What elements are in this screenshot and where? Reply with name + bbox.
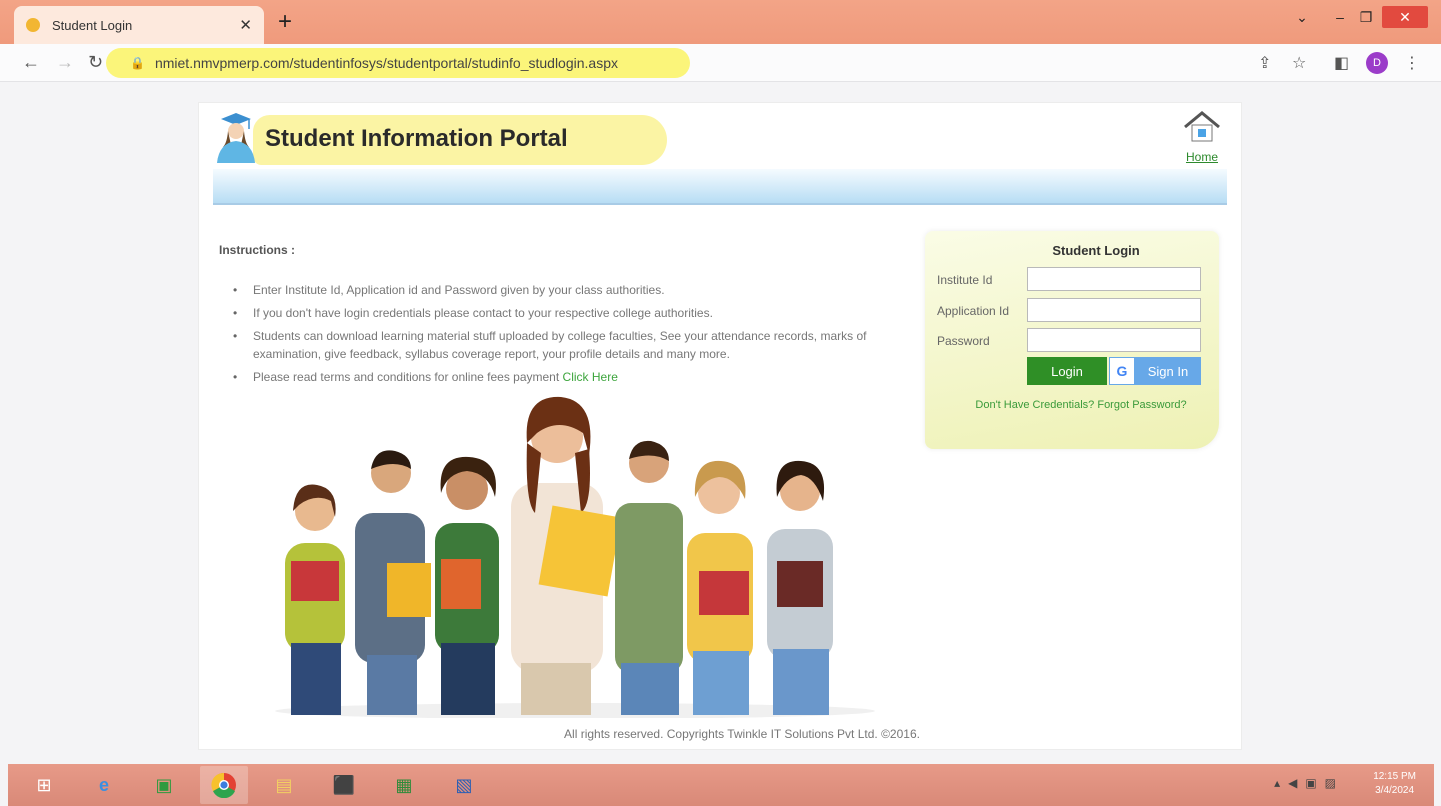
password-input[interactable] [1027, 328, 1201, 352]
student-logo-icon [217, 113, 255, 163]
lock-icon: 🔒 [130, 56, 145, 70]
portal-header: Student Information Portal Home [199, 103, 1243, 173]
list-item: Enter Institute Id, Application id and P… [219, 281, 899, 299]
windows-start-icon[interactable]: ⊞ [20, 766, 68, 804]
restore-icon[interactable]: ❐ [1358, 6, 1374, 28]
fees-click-here-link[interactable]: Click Here [563, 370, 618, 384]
url-text: nmiet.nmvpmerp.com/studentinfosys/studen… [154, 55, 618, 71]
side-panel-icon[interactable]: ◧ [1334, 53, 1349, 73]
browser-toolbar: ← → ↻ 🔒 nmiet.nmvpmerp.com/studentinfosy… [0, 44, 1441, 82]
tab-search-icon[interactable]: ⌄ [1294, 6, 1310, 28]
forward-icon[interactable]: → [56, 52, 74, 73]
address-bar[interactable]: 🔒 nmiet.nmvpmerp.com/studentinfosys/stud… [106, 48, 690, 78]
copyright-footer: All rights reserved. Copyrights Twinkle … [564, 727, 920, 741]
forgot-password-link[interactable]: Forgot Password? [1097, 399, 1186, 411]
login-links: Don't Have Credentials? Forgot Password? [925, 399, 1219, 411]
browser-tab-bar: Student Login ✕ + ⌄ – ❐ ✕ [0, 0, 1441, 44]
application-id-label: Application Id [937, 304, 1010, 318]
store-icon[interactable]: ▣ [140, 766, 188, 804]
taskbar-clock[interactable]: 12:15 PM 3/4/2024 [1373, 770, 1416, 798]
word-icon[interactable]: ▧ [440, 766, 488, 804]
login-heading: Student Login [1052, 243, 1140, 258]
google-sign-in-label: Sign In [1147, 363, 1189, 379]
list-item: If you don't have login credentials plea… [219, 304, 899, 322]
clock-time: 12:15 PM [1373, 771, 1416, 782]
students-group-image [275, 396, 875, 718]
google-icon: G [1109, 357, 1135, 385]
chrome-icon[interactable] [200, 766, 248, 804]
bookmark-star-icon[interactable]: ☆ [1292, 53, 1306, 73]
profile-avatar[interactable]: D [1366, 52, 1388, 74]
excel-icon[interactable]: ▦ [380, 766, 428, 804]
home-link[interactable]: Home [1177, 109, 1227, 164]
google-sign-in-button[interactable]: G Sign In [1109, 357, 1201, 385]
minimize-icon[interactable]: – [1332, 6, 1348, 28]
system-tray-icons[interactable]: ▴◀▣▨ [1274, 776, 1344, 790]
acrobat-icon[interactable]: ⬛ [320, 766, 368, 804]
home-icon [1184, 111, 1220, 142]
close-window-icon[interactable]: ✕ [1382, 6, 1428, 28]
portal-page: Student Information Portal Home Instruct… [198, 102, 1242, 750]
internet-explorer-icon[interactable]: e [80, 766, 128, 804]
no-credentials-link[interactable]: Don't Have Credentials? [975, 399, 1094, 411]
back-icon[interactable]: ← [22, 52, 40, 73]
page-title: Student Information Portal [265, 125, 568, 152]
instructions-heading: Instructions : [219, 243, 296, 257]
file-explorer-icon[interactable]: ▤ [260, 766, 308, 804]
chrome-logo-icon [211, 772, 236, 798]
browser-tab[interactable]: Student Login ✕ [14, 6, 264, 44]
instructions-list: Enter Institute Id, Application id and P… [219, 281, 899, 386]
windows-taskbar: ⊞ e ▣ ▤ ⬛ ▦ ▧ ▴◀▣▨ 12:15 PM 3/4/2024 [8, 764, 1434, 806]
login-button[interactable]: Login [1027, 357, 1107, 385]
tab-title: Student Login [52, 17, 133, 33]
home-label: Home [1185, 150, 1218, 164]
new-tab-icon[interactable]: + [278, 8, 292, 36]
clock-date: 3/4/2024 [1375, 785, 1415, 796]
application-id-input[interactable] [1027, 298, 1201, 322]
institute-id-input[interactable] [1027, 267, 1201, 291]
menu-kebab-icon[interactable]: ⋮ [1404, 53, 1420, 73]
instructions-section: Instructions : Enter Institute Id, Appli… [219, 243, 899, 391]
institute-id-label: Institute Id [937, 273, 993, 287]
list-item: Students can download learning material … [219, 327, 899, 363]
share-icon[interactable]: ⇪ [1258, 53, 1271, 73]
student-login-box: Student Login Institute Id Application I… [925, 231, 1219, 449]
list-item: Please read terms and conditions for onl… [219, 368, 899, 386]
header-bluebar [213, 169, 1227, 205]
reload-icon[interactable]: ↻ [88, 52, 103, 73]
tab-favicon-icon [26, 18, 40, 32]
password-label: Password [937, 334, 990, 348]
tab-close-icon[interactable]: ✕ [239, 16, 252, 34]
